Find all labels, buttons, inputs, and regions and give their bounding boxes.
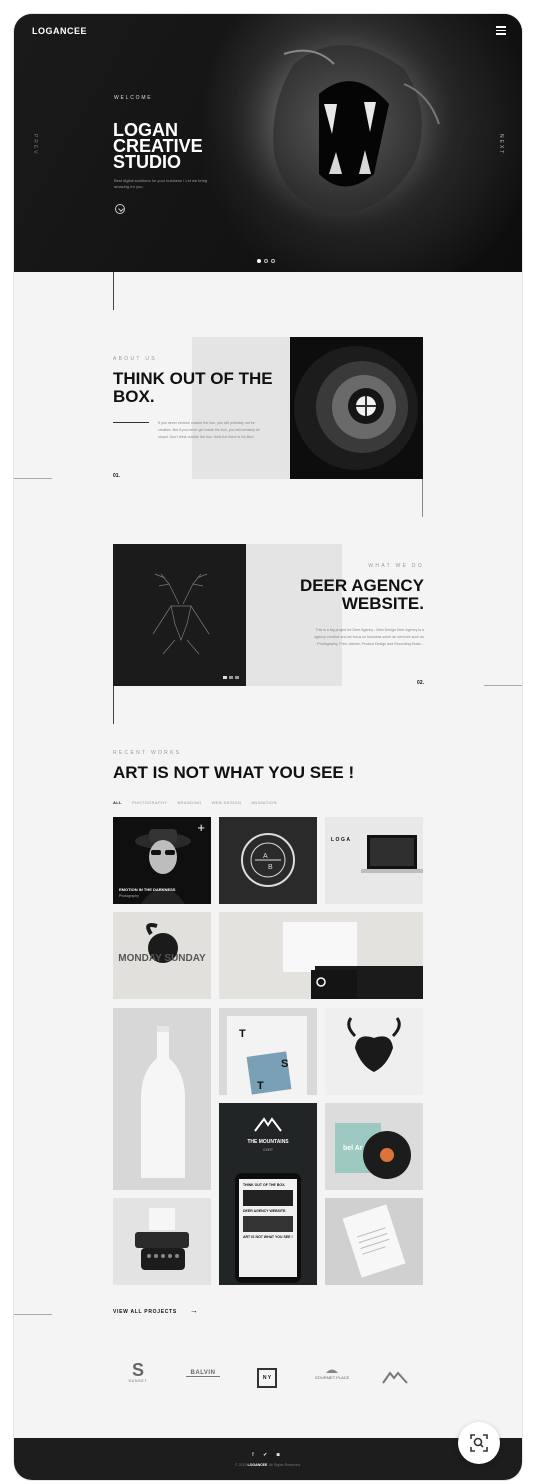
lion-image [229,24,459,244]
slider-dot[interactable] [235,676,239,679]
hero-subtitle: Best digital solutions for your business… [114,178,208,189]
recent-works-title: ART IS NOT WHAT YOU SEE ! [113,763,355,782]
portfolio-tile[interactable]: THE MOUNTAINS GORT THINK OUT OF THE BOX.… [219,1103,317,1285]
phone-image [243,1190,293,1206]
cloche-icon [326,1369,338,1373]
next-slide-link[interactable]: NEXT [498,134,504,155]
deer-image[interactable] [113,544,246,686]
client-logo-letter: S [131,1360,144,1380]
about-text: If you never venture outside the box, yo… [158,421,260,439]
search-icon [470,1434,488,1452]
portfolio-tile[interactable] [113,1198,211,1285]
client-logo-name: GOURMET PLACE [314,1375,350,1380]
client-logo-sunset: S SUNSET [121,1361,155,1383]
slider-dot[interactable] [264,259,268,263]
copyright: © 2015 LOGANCEE. All Rights Reserved. [14,1463,522,1467]
tile-title: bel Ar [343,1145,363,1152]
deer-slider-dots [223,676,239,679]
filter-animation[interactable]: ANIMATION [251,800,277,805]
social-icons[interactable]: f ✔ ◙ [14,1452,522,1458]
spiral-staircase-image [290,337,423,479]
portfolio-tile[interactable] [113,1008,211,1190]
tile-letter: S [281,1058,289,1070]
divider-line [422,479,423,517]
portfolio-tile[interactable]: bel Ar [325,1103,423,1190]
what-we-do-title: DEER AGENCY WEBSITE. [299,576,424,613]
copyright-suffix: . All Rights Reserved. [267,1463,301,1467]
plus-icon[interactable]: + [197,821,205,834]
divider-line [14,478,52,479]
about-title: THINK OUT OF THE BOX. [113,369,273,406]
tile-title: EMOTION IN THE DARKNESS [119,887,176,892]
tile-subtitle: GORT [262,1148,274,1152]
client-logo-balvin: BALVIN [186,1370,220,1377]
portfolio-tile[interactable]: MONDAY SUNDAY [113,912,211,999]
hero-welcome: WELCOME [114,95,153,101]
brand-logo[interactable]: LOGANCEE [32,26,87,36]
arrow-right-icon[interactable]: → [190,1306,198,1315]
divider-line [14,1314,52,1315]
phone-text: THINK OUT OF THE BOX. [243,1183,286,1187]
tile-title: THE MOUNTAINS [247,1139,289,1145]
portfolio-tile[interactable]: T S T [219,1008,317,1095]
hero-title: LOGAN CREATIVE STUDIO [113,120,203,172]
slider-dot[interactable] [257,259,261,263]
client-logo-gourmet: GOURMET PLACE [312,1366,352,1380]
slider-dot[interactable] [271,259,275,263]
copyright-prefix: © 2015 [235,1463,247,1467]
portfolio-tile[interactable]: A B [219,817,317,904]
client-logo-mountains [382,1370,408,1389]
view-all-projects-link[interactable]: VIEW ALL PROJECTS [113,1309,177,1315]
svg-text:A: A [263,853,268,860]
client-logo-ny: N Y [257,1368,277,1388]
tile-letter: T [257,1080,264,1092]
portfolio-tile[interactable] [325,1008,423,1095]
portfolio-tile[interactable] [325,1198,423,1285]
portfolio-tile[interactable] [219,912,423,999]
zoom-lens-button[interactable] [458,1422,500,1464]
phone-text: ART IS NOT WHAT YOU SEE ! [243,1235,293,1239]
filter-all[interactable]: ALL [113,800,122,805]
about-number: 01. [113,473,120,479]
divider-line [113,272,114,310]
prev-slide-link[interactable]: PREV [32,134,38,156]
deer-grey-block [246,544,342,686]
phone-text: DEER AGENCY WEBSITE. [243,1209,287,1213]
what-we-do-text: This is a big project for Deer Agency - … [314,628,424,646]
about-label: ABOUT US [113,356,157,362]
slider-dot[interactable] [223,676,227,679]
client-logo-name: SUNSET [128,1379,148,1383]
what-we-do-number: 02. [417,680,424,686]
tile-title: MONDAY SUNDAY [118,953,206,964]
portfolio-filters: ALL PHOTOGRAPHY BRANDING WEB DESIGN ANIM… [113,800,277,805]
divider-line [484,685,522,686]
portfolio-tile[interactable]: LOGA [325,817,423,904]
recent-works-label: RECENT WORKS [113,750,182,756]
slider-dot[interactable] [229,676,233,679]
copyright-brand: LOGANCEE [247,1463,268,1467]
phone-image [243,1216,293,1232]
filter-photography[interactable]: PHOTOGRAPHY [132,800,167,805]
hero-section: LOGANCEE PREV NEXT WELCOME LOGAN CREATIV… [14,14,522,272]
what-we-do-label: WHAT WE DO [368,563,424,569]
phone-mockup: THINK OUT OF THE BOX. DEER AGENCY WEBSIT… [235,1173,301,1283]
filter-web-design[interactable]: WEB DESIGN [212,800,242,805]
portfolio-tile[interactable]: + EMOTION IN THE DARKNESS Photography [113,817,211,904]
about-grey-block [192,337,292,479]
chevron-down-circle-icon[interactable] [115,204,125,214]
hamburger-icon[interactable] [496,26,506,35]
footer [14,1438,522,1480]
divider-line [113,686,114,724]
svg-text:B: B [268,864,273,871]
filter-branding[interactable]: BRANDING [177,800,201,805]
tile-brand-word: LOGA [331,837,352,843]
about-dash [113,422,149,423]
page-frame: LOGANCEE PREV NEXT WELCOME LOGAN CREATIV… [14,14,522,1480]
tile-letter: T [239,1028,246,1040]
hero-slider-dots [257,259,275,263]
tile-category: Photography [119,894,139,898]
